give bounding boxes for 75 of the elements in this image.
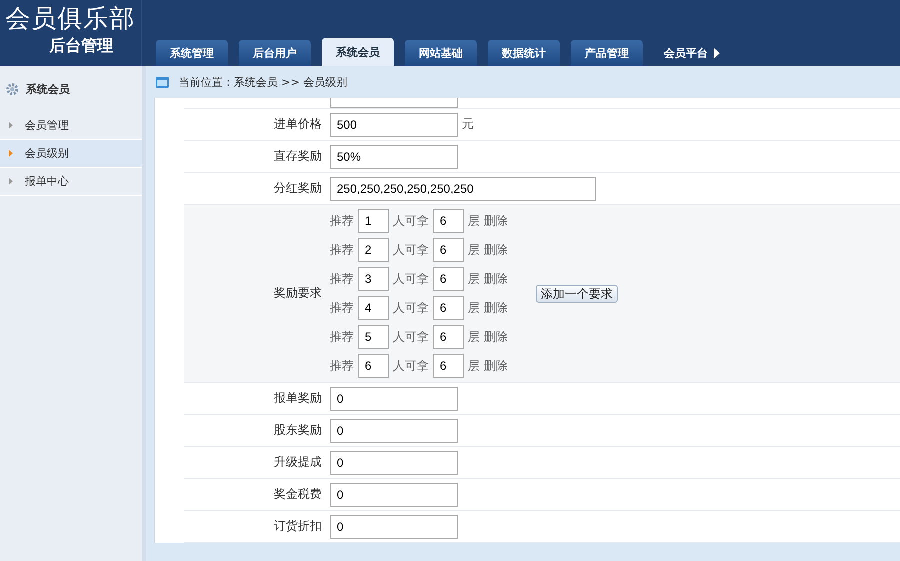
sidebar-item[interactable]: 报单中心 [0,168,142,196]
layer-field[interactable]: 6 [433,354,464,378]
sidebar-heading: 系统会员 [26,82,70,96]
rule-text: 层 [468,358,480,374]
nav-tab[interactable]: 后台用户 [239,40,311,66]
rule-text: 层 [468,212,480,230]
count-field[interactable]: 3 [358,267,389,291]
rule-text: 层 [468,270,480,288]
rule-text: 层 [468,300,480,316]
layer-field[interactable]: 6 [433,238,464,262]
delete-link[interactable]: 删除 [484,212,508,230]
rule-text: 人可拿 [393,328,429,346]
field-label: 奖励要求 [273,285,323,302]
input-field[interactable]: 50% [330,144,458,168]
rule-text: 人可拿 [393,212,429,230]
input-field[interactable]: 0 [330,482,458,506]
rule-text: 推荐 [330,328,354,346]
field-label: 股东奖励 [273,422,323,439]
count-field[interactable]: 1 [358,209,389,233]
add-rule-button[interactable]: 添加一个要求 [536,284,618,302]
count-field[interactable]: 6 [358,354,389,378]
arrow-icon [9,150,13,157]
rule-text: 层 [468,328,480,346]
delete-link[interactable]: 删除 [484,300,508,316]
input-field[interactable]: 0 [330,418,458,442]
caret-icon [714,48,720,58]
delete-link[interactable]: 删除 [484,358,508,374]
rule-text: 推荐 [330,300,354,316]
sidebar-item[interactable]: 会员级别 [0,140,142,168]
app-subtitle: 后台管理 [50,35,114,57]
folder-icon [156,76,169,88]
delete-link[interactable]: 删除 [484,328,508,346]
field-label: 直存奖励 [273,148,323,165]
more-menu[interactable]: 会员平台 [654,40,730,66]
input-field[interactable]: 250,250,250,250,250,250 [330,176,596,200]
layer-field[interactable]: 6 [433,296,464,320]
field-label: 进单价格 [273,116,323,133]
rule-text: 人可拿 [393,300,429,316]
field-label: 奖金税费 [273,486,323,503]
rule-text: 人可拿 [393,270,429,288]
unit-label: 元 [462,116,474,133]
delete-link[interactable]: 删除 [484,242,508,258]
layer-field[interactable]: 6 [433,209,464,233]
rule-text: 推荐 [330,242,354,258]
tab-label: 会员平台 [664,46,708,60]
rule-text: 推荐 [330,270,354,288]
app-title: 会员俱乐部 [6,4,136,34]
delete-link[interactable]: 删除 [484,270,508,288]
layer-field[interactable]: 6 [433,325,464,349]
nav-tab[interactable]: 产品管理 [571,40,643,66]
gear-icon [6,82,19,96]
rule-text: 人可拿 [393,358,429,374]
count-field[interactable]: 5 [358,325,389,349]
nav-tab[interactable]: 网站基础 [405,40,477,66]
field-label: 分红奖励 [273,180,323,197]
arrow-icon [9,122,13,129]
field-label: 订货折扣 [273,518,323,535]
breadcrumb: 当前位置：系统会员 >> 会员级别 [179,74,348,90]
field-label: 报单奖励 [273,390,323,407]
arrow-icon [9,178,13,185]
count-field[interactable]: 2 [358,238,389,262]
input-field[interactable]: 0 [330,514,458,538]
rule-text: 层 [468,242,480,258]
input-field[interactable]: 500 [330,112,458,136]
rule-text: 人可拿 [393,242,429,258]
input-field[interactable]: 0 [330,386,458,410]
field-label: 升级提成 [273,454,323,471]
rule-text: 推荐 [330,358,354,374]
nav-tab[interactable]: 系统管理 [156,40,228,66]
nav-tab[interactable]: 数据统计 [488,40,560,66]
count-field[interactable]: 4 [358,296,389,320]
input-field[interactable]: 0 [330,450,458,474]
nav-tab[interactable]: 系统会员 [322,38,394,66]
rule-text: 推荐 [330,212,354,230]
layer-field[interactable]: 6 [433,267,464,291]
